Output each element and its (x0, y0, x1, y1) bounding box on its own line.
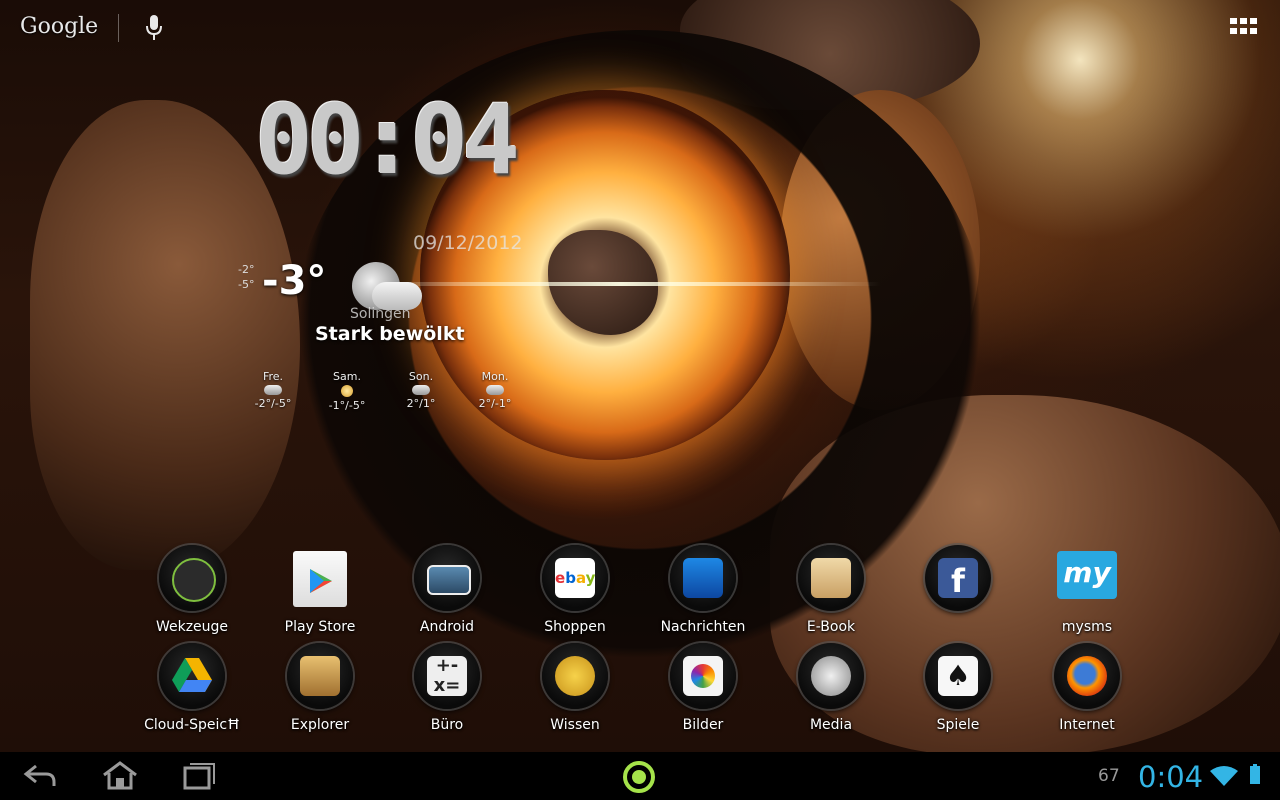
google-search-label: Google (20, 14, 99, 39)
forecast-temps: -1°/-5° (328, 399, 366, 412)
app-label: Büro (430, 717, 464, 733)
app-buero[interactable]: +- x= Büro (392, 643, 502, 733)
app-play-store[interactable]: Play Store (265, 545, 375, 635)
office-folder-icon: +- x= (414, 643, 480, 709)
cloud-icon (412, 385, 430, 395)
forecast-day-label: Mon. (481, 370, 509, 383)
app-label: Bilder (682, 717, 724, 733)
news-folder-icon (670, 545, 736, 611)
drive-folder-icon (159, 643, 225, 709)
app-shoppen[interactable]: ebay Shoppen (520, 545, 630, 635)
play-store-icon (287, 545, 353, 611)
games-folder-icon: ♠ (925, 643, 991, 709)
app-internet[interactable]: Internet (1032, 643, 1142, 733)
forecast-day-label: Sam. (333, 370, 361, 383)
firefox-folder-icon (1054, 643, 1120, 709)
app-nachrichten[interactable]: Nachrichten (648, 545, 758, 635)
app-label: Shoppen (544, 619, 606, 635)
notification-count[interactable]: 67 (1098, 766, 1120, 786)
media-folder-icon (798, 643, 864, 709)
tools-folder-icon (159, 545, 225, 611)
mic-icon[interactable] (144, 14, 164, 42)
app-label: Android (419, 619, 475, 635)
app-spiele[interactable]: ♠ Spiele (903, 643, 1013, 733)
weather-current-temp[interactable]: -3° (262, 258, 326, 304)
android-folder-icon (414, 545, 480, 611)
home-icon[interactable] (100, 760, 140, 792)
app-mysms[interactable]: my mysms (1032, 545, 1142, 635)
app-label: E-Book (806, 619, 856, 635)
app-bilder[interactable]: Bilder (648, 643, 758, 733)
google-search-bar[interactable]: Google (20, 14, 98, 39)
app-label: Spiele (936, 717, 980, 733)
forecast-day: Fre. -2°/-5° (238, 370, 308, 410)
wallpaper (0, 0, 1280, 752)
app-wekzeuge[interactable]: Wekzeuge (137, 545, 247, 635)
mysms-icon: my (1054, 545, 1120, 611)
facebook-folder-icon: f (925, 545, 991, 611)
clock-time[interactable]: 00:04 (255, 92, 520, 188)
file-explorer-icon (287, 643, 353, 709)
battery-icon (1250, 764, 1260, 784)
launcher-icon[interactable] (621, 759, 657, 795)
weather-high-low: -2° -5° (238, 262, 254, 292)
forecast-day-label: Son. (408, 370, 434, 383)
app-cloud-speicher[interactable]: Cloud-SpeicĦ (137, 643, 247, 733)
cloud-icon (264, 385, 282, 395)
gallery-folder-icon (670, 643, 736, 709)
forecast-temps: 2°/1° (406, 397, 436, 410)
app-explorer[interactable]: Explorer (265, 643, 375, 733)
forecast-temps: 2°/-1° (478, 397, 512, 410)
ebay-folder-icon: ebay (542, 545, 608, 611)
sun-cloud-icon (341, 385, 353, 397)
kindle-folder-icon (798, 545, 864, 611)
light-flare (360, 282, 880, 286)
wikipedia-folder-icon (542, 643, 608, 709)
weather-city: Solingen (350, 306, 411, 322)
status-time[interactable]: 0:04 (1138, 760, 1203, 794)
forecast-day: Son. 2°/1° (386, 370, 456, 410)
app-label: Nachrichten (660, 619, 746, 635)
search-divider (118, 14, 119, 42)
app-media[interactable]: Media (776, 643, 886, 733)
app-label: Cloud-SpeicĦ (144, 717, 240, 733)
clock-date: 09/12/2012 (413, 232, 523, 254)
weather-condition: Stark bewölkt (315, 323, 465, 345)
app-wissen[interactable]: Wissen (520, 643, 630, 733)
forecast-day-label: Fre. (262, 370, 284, 383)
app-e-book[interactable]: E-Book (776, 545, 886, 635)
app-label: Wekzeuge (155, 619, 229, 635)
weather-low: -5° (238, 278, 255, 291)
back-icon[interactable] (22, 760, 58, 792)
all-apps-icon[interactable] (1230, 18, 1258, 40)
forecast-day: Mon. 2°/-1° (460, 370, 530, 410)
forecast-temps: -2°/-5° (254, 397, 292, 410)
app-label: Play Store (284, 619, 356, 635)
app-label: Wissen (550, 717, 600, 733)
cloud-icon (486, 385, 504, 395)
app-label: Media (809, 717, 853, 733)
app-label: mysms (1061, 619, 1113, 635)
forecast-day: Sam. -1°/-5° (312, 370, 382, 412)
app-android[interactable]: Android (392, 545, 502, 635)
navigation-bar (0, 752, 1280, 800)
weather-high: -2° (238, 263, 255, 276)
app-label: Internet (1059, 717, 1115, 733)
app-label: Explorer (290, 717, 350, 733)
recent-apps-icon[interactable] (182, 760, 218, 792)
wifi-icon (1210, 766, 1238, 786)
app-facebook[interactable]: f (903, 545, 1013, 619)
